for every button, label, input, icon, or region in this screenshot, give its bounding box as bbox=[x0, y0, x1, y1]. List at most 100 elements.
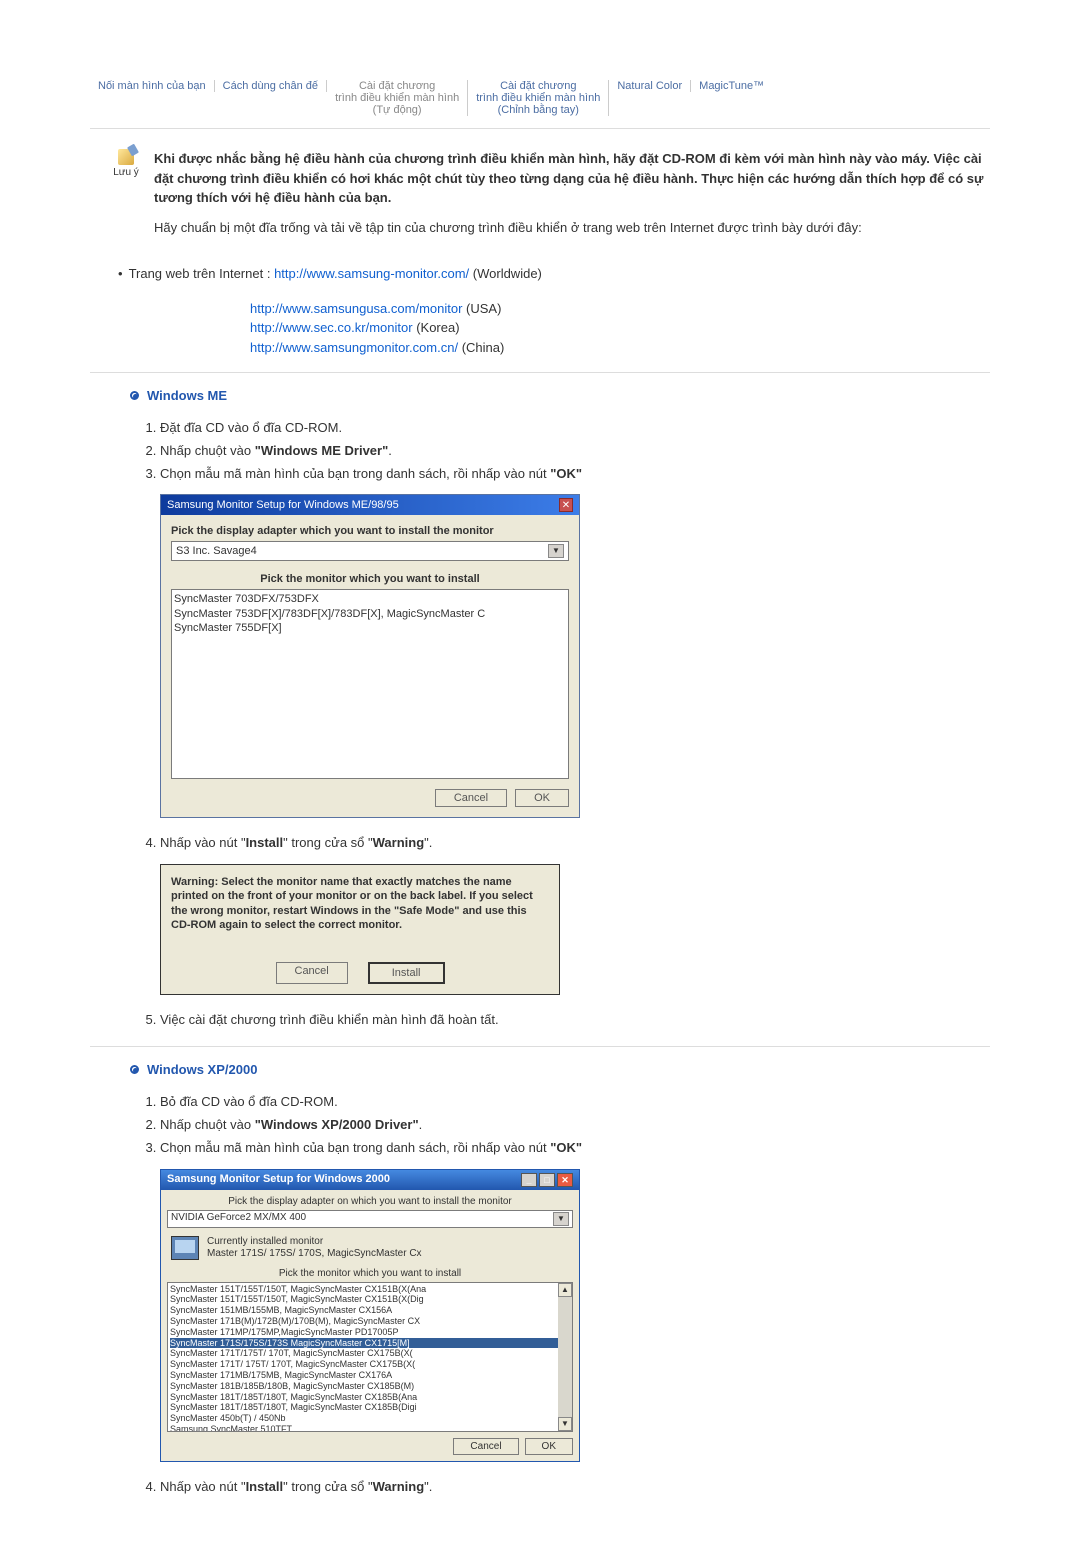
link-korea-region: (Korea) bbox=[416, 320, 459, 335]
ok-button[interactable]: OK bbox=[525, 1438, 573, 1455]
list-item[interactable]: SyncMaster 171T/ 175T/ 170T, MagicSyncMa… bbox=[170, 1359, 570, 1370]
close-button[interactable]: ✕ bbox=[559, 498, 573, 512]
section-winxp-title: Windows XP/2000 bbox=[147, 1062, 257, 1077]
list-item[interactable]: SyncMaster 151MB/155MB, MagicSyncMaster … bbox=[170, 1305, 570, 1316]
winme-step5: Việc cài đặt chương trình điều khiển màn… bbox=[160, 1010, 990, 1031]
winme-step4: Nhấp vào nút "Install" trong cửa sổ "War… bbox=[160, 833, 990, 854]
adapter-combo[interactable]: NVIDIA GeForce2 MX/MX 400 ▼ bbox=[167, 1210, 573, 1228]
adapter-combo-value: S3 Inc. Savage4 bbox=[176, 545, 257, 557]
list-item[interactable]: SyncMaster 171T/175T/ 170T, MagicSyncMas… bbox=[170, 1348, 570, 1359]
monitor-label: Pick the monitor which you want to insta… bbox=[167, 1268, 573, 1279]
links-intro: Trang web trên Internet : bbox=[129, 266, 271, 281]
link-korea[interactable]: http://www.sec.co.kr/monitor bbox=[250, 320, 413, 335]
warning-text: Warning: Select the monitor name that ex… bbox=[171, 875, 549, 932]
divider bbox=[90, 1046, 990, 1047]
list-item[interactable]: SyncMaster 151T/155T/150T, MagicSyncMast… bbox=[170, 1284, 570, 1295]
list-item[interactable]: SyncMaster 755DF[X] bbox=[174, 621, 566, 635]
chevron-down-icon[interactable]: ▼ bbox=[548, 544, 564, 558]
winme-step2: Nhấp chuột vào "Windows ME Driver". bbox=[160, 441, 990, 462]
monitor-list[interactable]: SyncMaster 703DFX/753DFX SyncMaster 753D… bbox=[171, 589, 569, 779]
link-worldwide-row: Trang web trên Internet : http://www.sam… bbox=[130, 264, 990, 284]
tab-driver-auto[interactable]: Cài đặt chương trình điều khiển màn hình… bbox=[327, 80, 468, 116]
list-item[interactable]: Samsung SyncMaster 510TFT bbox=[170, 1424, 570, 1432]
tab-magictune[interactable]: MagicTune™ bbox=[691, 80, 772, 92]
adapter-combo[interactable]: S3 Inc. Savage4 ▼ bbox=[171, 541, 569, 561]
tabs-bar: Nối màn hình của bạn Cách dùng chân đế C… bbox=[90, 80, 990, 129]
close-button[interactable]: ✕ bbox=[557, 1173, 573, 1187]
link-usa-row: http://www.samsungusa.com/monitor (USA) bbox=[250, 299, 990, 319]
section-winme-title: Windows ME bbox=[147, 388, 227, 403]
divider bbox=[90, 372, 990, 373]
chevron-down-icon[interactable]: ▼ bbox=[553, 1212, 569, 1226]
winme-steps-cont: Nhấp vào nút "Install" trong cửa sổ "War… bbox=[160, 833, 990, 854]
list-item[interactable]: SyncMaster 450b(T) / 450Nb bbox=[170, 1413, 570, 1424]
current-monitor-group: Currently installed monitor Master 171S/… bbox=[167, 1232, 573, 1264]
link-usa[interactable]: http://www.samsungusa.com/monitor bbox=[250, 301, 462, 316]
link-china[interactable]: http://www.samsungmonitor.com.cn/ bbox=[250, 340, 458, 355]
section-bullet-icon bbox=[130, 391, 139, 400]
cancel-button[interactable]: Cancel bbox=[453, 1438, 518, 1455]
list-item[interactable]: SyncMaster 753DF[X]/783DF[X]/783DF[X], M… bbox=[174, 607, 566, 621]
cancel-button[interactable]: Cancel bbox=[276, 962, 348, 984]
section-winxp-header: Windows XP/2000 bbox=[130, 1062, 990, 1077]
links-list: Trang web trên Internet : http://www.sam… bbox=[130, 264, 990, 284]
winxp-steps: Bỏ đĩa CD vào ổ đĩa CD-ROM. Nhấp chuột v… bbox=[160, 1092, 990, 1158]
note-sidebar: Lưu ý bbox=[110, 149, 142, 178]
warning-dialog: Warning: Select the monitor name that ex… bbox=[160, 864, 560, 995]
scrollbar[interactable]: ▲ ▼ bbox=[558, 1283, 572, 1431]
tab-driver-manual[interactable]: Cài đặt chương trình điều khiển màn hình… bbox=[468, 80, 609, 116]
note-title: Khi được nhắc bằng hệ điều hành của chươ… bbox=[154, 149, 990, 208]
minimize-button[interactable]: _ bbox=[521, 1173, 537, 1187]
list-item[interactable]: SyncMaster 181T/185T/180T, MagicSyncMast… bbox=[170, 1402, 570, 1413]
list-item-selected[interactable]: SyncMaster 171S/175S/173S MagicSyncMaste… bbox=[170, 1338, 570, 1349]
winme-step3: Chọn mẫu mã màn hình của bạn trong danh … bbox=[160, 464, 990, 485]
list-item[interactable]: SyncMaster 703DFX/753DFX bbox=[174, 592, 566, 606]
tab-stand[interactable]: Cách dùng chân đế bbox=[215, 80, 327, 92]
maximize-button[interactable]: □ bbox=[539, 1173, 555, 1187]
list-item[interactable]: SyncMaster 181T/185T/180T, MagicSyncMast… bbox=[170, 1392, 570, 1403]
install-button[interactable]: Install bbox=[368, 962, 445, 984]
current-monitor-label: Currently installed monitor bbox=[207, 1236, 422, 1248]
note-icon bbox=[118, 149, 134, 165]
winxp-step4: Nhấp vào nút "Install" trong cửa sổ "War… bbox=[160, 1477, 990, 1498]
winxp-step3: Chọn mẫu mã màn hình của bạn trong danh … bbox=[160, 1138, 990, 1159]
link-worldwide-region: (Worldwide) bbox=[473, 266, 542, 281]
list-item[interactable]: SyncMaster 171MB/175MB, MagicSyncMaster … bbox=[170, 1370, 570, 1381]
section-bullet-icon bbox=[130, 1065, 139, 1074]
list-item[interactable]: SyncMaster 151T/155T/150T, MagicSyncMast… bbox=[170, 1294, 570, 1305]
driver-setup-dialog-me: Samsung Monitor Setup for Windows ME/98/… bbox=[160, 494, 580, 818]
tab-connect[interactable]: Nối màn hình của bạn bbox=[90, 80, 215, 92]
adapter-combo-value: NVIDIA GeForce2 MX/MX 400 bbox=[171, 1212, 306, 1226]
driver-setup-dialog-2000: Samsung Monitor Setup for Windows 2000 _… bbox=[160, 1169, 580, 1462]
winme-steps: Đặt đĩa CD vào ổ đĩa CD-ROM. Nhấp chuột … bbox=[160, 418, 990, 484]
dialog-title: Samsung Monitor Setup for Windows 2000 bbox=[167, 1173, 390, 1187]
link-china-region: (China) bbox=[462, 340, 505, 355]
list-item[interactable]: SyncMaster 171B(M)/172B(M)/170B(M), Magi… bbox=[170, 1316, 570, 1327]
section-winme-header: Windows ME bbox=[130, 388, 990, 403]
tab-natural-color[interactable]: Natural Color bbox=[609, 80, 691, 92]
adapter-label: Pick the display adapter which you want … bbox=[171, 525, 569, 537]
list-item[interactable]: SyncMaster 171MP/175MP,MagicSyncMaster P… bbox=[170, 1327, 570, 1338]
ok-button[interactable]: OK bbox=[515, 789, 569, 807]
cancel-button[interactable]: Cancel bbox=[435, 789, 507, 807]
winxp-steps-cont: Nhấp vào nút "Install" trong cửa sổ "War… bbox=[160, 1477, 990, 1498]
winme-steps-end: Việc cài đặt chương trình điều khiển màn… bbox=[160, 1010, 990, 1031]
link-korea-row: http://www.sec.co.kr/monitor (Korea) bbox=[250, 318, 990, 338]
note-label: Lưu ý bbox=[113, 167, 139, 178]
winxp-step1: Bỏ đĩa CD vào ổ đĩa CD-ROM. bbox=[160, 1092, 990, 1113]
dialog-titlebar: Samsung Monitor Setup for Windows 2000 _… bbox=[161, 1170, 579, 1190]
winme-step1: Đặt đĩa CD vào ổ đĩa CD-ROM. bbox=[160, 418, 990, 439]
list-item[interactable]: SyncMaster 181B/185B/180B, MagicSyncMast… bbox=[170, 1381, 570, 1392]
note-text: Hãy chuẩn bị một đĩa trống và tải về tập… bbox=[154, 218, 990, 238]
dialog-title: Samsung Monitor Setup for Windows ME/98/… bbox=[167, 499, 399, 511]
link-worldwide[interactable]: http://www.samsung-monitor.com/ bbox=[274, 266, 469, 281]
winxp-step2: Nhấp chuột vào "Windows XP/2000 Driver". bbox=[160, 1115, 990, 1136]
scroll-up-icon[interactable]: ▲ bbox=[558, 1283, 572, 1297]
link-china-row: http://www.samsungmonitor.com.cn/ (China… bbox=[250, 338, 990, 358]
monitor-list[interactable]: SyncMaster 151T/155T/150T, MagicSyncMast… bbox=[167, 1282, 573, 1432]
adapter-label: Pick the display adapter on which you wa… bbox=[167, 1196, 573, 1207]
dialog-titlebar: Samsung Monitor Setup for Windows ME/98/… bbox=[161, 495, 579, 515]
monitor-label: Pick the monitor which you want to insta… bbox=[171, 573, 569, 585]
note-block: Lưu ý Khi được nhắc bằng hệ điều hành củ… bbox=[90, 149, 990, 249]
scroll-down-icon[interactable]: ▼ bbox=[558, 1417, 572, 1431]
